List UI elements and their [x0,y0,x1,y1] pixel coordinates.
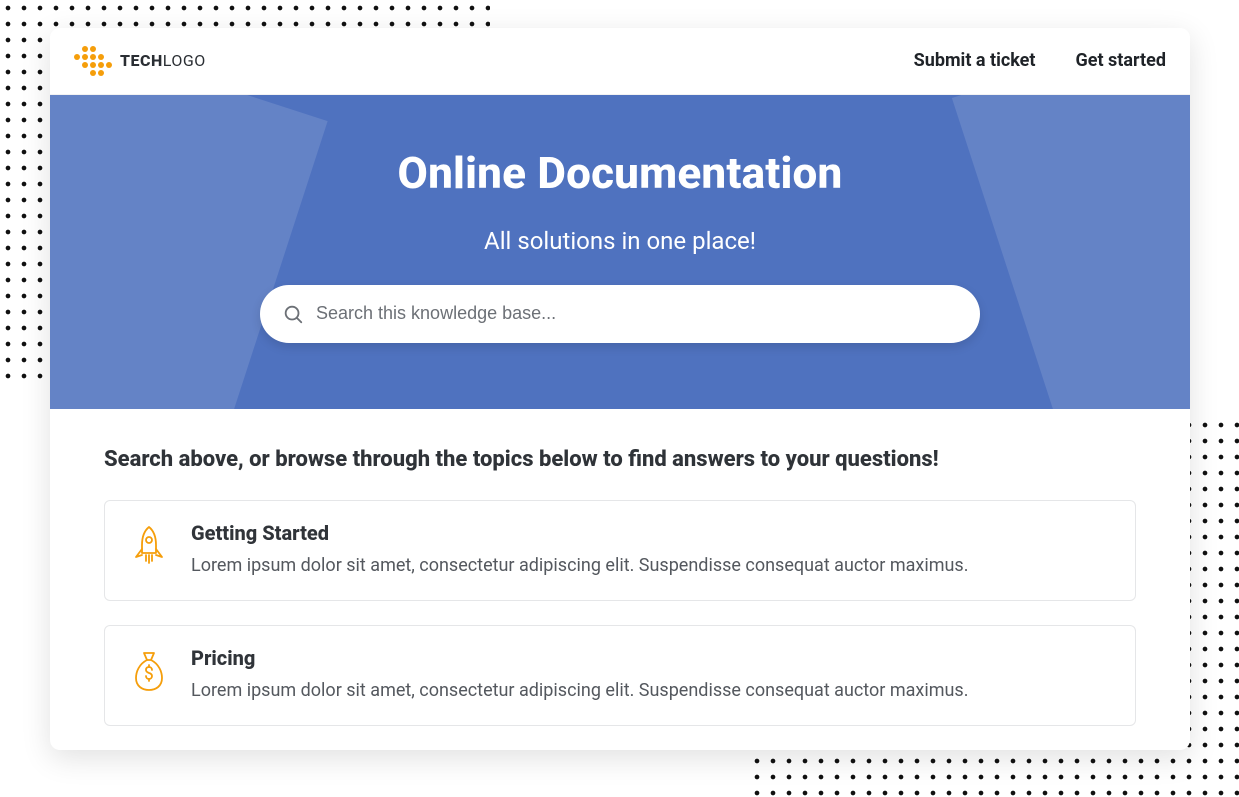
hero: Online Documentation All solutions in on… [50,95,1190,409]
search-input[interactable] [316,303,958,324]
hero-title: Online Documentation [398,147,843,199]
topic-getting-started[interactable]: Getting Started Lorem ipsum dolor sit am… [104,500,1136,601]
topic-body: Getting Started Lorem ipsum dolor sit am… [191,521,968,578]
logo[interactable]: TECHLOGO [74,46,206,76]
topic-desc: Lorem ipsum dolor sit amet, consectetur … [191,553,968,578]
topic-title: Getting Started [191,521,968,545]
logo-text-thin: LOGO [163,51,206,70]
search-icon [282,303,304,325]
hero-shape-left [50,95,328,409]
main-content: Search above, or browse through the topi… [50,409,1190,750]
top-nav: Submit a ticket Get started [914,50,1166,71]
search-box[interactable] [260,285,980,343]
logo-text: TECHLOGO [120,51,206,70]
topbar: TECHLOGO Submit a ticket Get started [50,28,1190,95]
rocket-icon [131,521,167,567]
logo-text-bold: TECH [120,51,163,70]
hero-subtitle: All solutions in one place! [484,227,756,255]
topic-body: Pricing Lorem ipsum dolor sit amet, cons… [191,646,968,703]
topic-title: Pricing [191,646,968,670]
browse-heading: Search above, or browse through the topi… [104,447,1136,472]
money-bag-icon [131,646,167,692]
app-card: TECHLOGO Submit a ticket Get started Onl… [50,28,1190,750]
logo-mark-icon [74,46,112,76]
nav-get-started[interactable]: Get started [1075,50,1166,71]
topic-pricing[interactable]: Pricing Lorem ipsum dolor sit amet, cons… [104,625,1136,726]
nav-submit-ticket[interactable]: Submit a ticket [914,50,1036,71]
hero-shape-right [952,95,1190,409]
topic-desc: Lorem ipsum dolor sit amet, consectetur … [191,678,968,703]
